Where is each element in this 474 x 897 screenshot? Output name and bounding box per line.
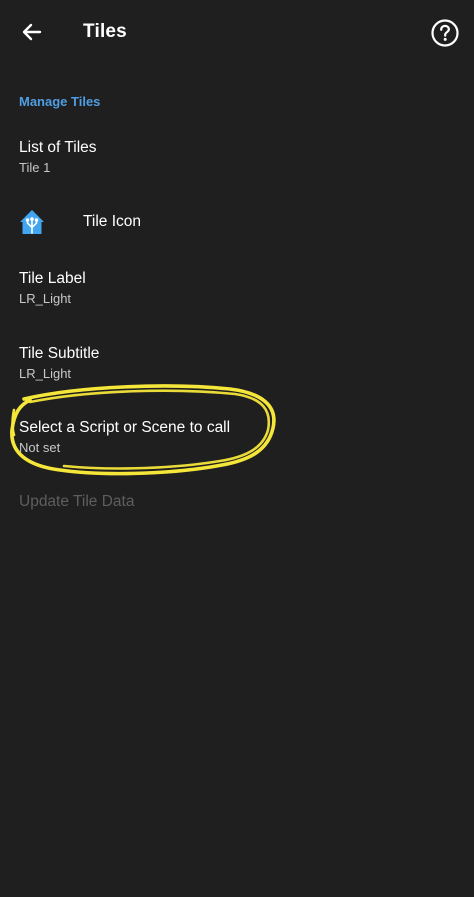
home-assistant-icon: [20, 210, 44, 234]
tile-label-title: Tile Label: [19, 270, 86, 287]
tile-label-summary: LR_Light: [19, 291, 72, 306]
tile-subtitle-summary: LR_Light: [19, 366, 72, 381]
script-scene-title: Select a Script or Scene to call: [19, 419, 231, 436]
back-button[interactable]: [14, 14, 50, 50]
update-tile-data-button: Update Tile Data: [19, 493, 135, 510]
list-of-tiles-summary: Tile 1: [19, 160, 51, 175]
help-button[interactable]: [428, 16, 462, 50]
list-of-tiles-title: List of Tiles: [19, 139, 97, 156]
list-of-tiles-preference[interactable]: List of Tiles Tile 1: [0, 126, 474, 188]
script-scene-summary: Not set: [19, 440, 61, 455]
tile-subtitle-title: Tile Subtitle: [19, 345, 100, 362]
tile-label-preference[interactable]: Tile Label LR_Light: [0, 258, 474, 320]
script-scene-preference[interactable]: Select a Script or Scene to call Not set: [0, 406, 474, 468]
help-circle-icon: [431, 19, 459, 47]
page-title: Tiles: [83, 21, 127, 42]
tile-icon-preference[interactable]: [0, 190, 474, 254]
tile-subtitle-preference[interactable]: Tile Subtitle LR_Light: [0, 332, 474, 394]
tile-icon-title: Tile Icon: [83, 213, 142, 230]
app-bar: Tiles: [0, 0, 474, 66]
section-header-manage-tiles: Manage Tiles: [19, 94, 101, 109]
arrow-left-icon: [22, 23, 42, 41]
